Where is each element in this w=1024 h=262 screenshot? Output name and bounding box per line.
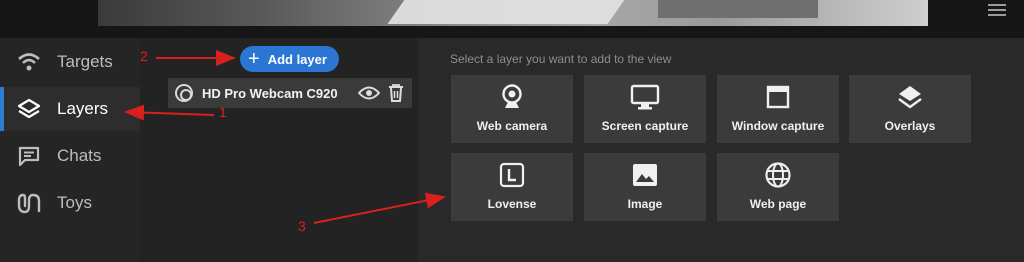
tile-web-page[interactable]: Web page (717, 153, 839, 221)
sidebar-item-label: Layers (57, 99, 109, 118)
monitor-icon (584, 83, 706, 111)
tile-label: Screen capture (601, 119, 689, 133)
lovense-icon (451, 161, 573, 189)
tile-label: Image (627, 197, 663, 211)
sidebar: Targets Layers Chats Toys (0, 38, 140, 262)
sidebar-item-chats[interactable]: Chats (0, 134, 140, 178)
layer-select-radio-icon[interactable] (175, 84, 193, 102)
toy-icon (16, 190, 42, 216)
sidebar-item-label: Targets (57, 52, 113, 71)
tile-label: Window capture (731, 119, 825, 133)
tile-web-camera[interactable]: Web camera (451, 75, 573, 143)
webcam-icon (451, 83, 573, 111)
tile-label: Web page (749, 197, 807, 211)
tile-image[interactable]: Image (584, 153, 706, 221)
sidebar-item-label: Toys (57, 193, 92, 212)
trash-icon[interactable] (388, 83, 404, 108)
tile-window-capture[interactable]: Window capture (717, 75, 839, 143)
layers-icon (16, 96, 42, 122)
annotation-label-1: 1 (219, 104, 227, 120)
window-icon (717, 83, 839, 111)
hamburger-menu-icon[interactable] (988, 4, 1006, 18)
preview-strip (0, 0, 1024, 38)
sidebar-item-toys[interactable]: Toys (0, 181, 140, 225)
panel-hint: Select a layer you want to add to the vi… (450, 52, 672, 66)
tile-label: Web camera (476, 119, 548, 133)
sidebar-item-layers[interactable]: Layers (0, 87, 140, 131)
overlays-icon (849, 83, 971, 111)
tile-label: Overlays (884, 119, 936, 133)
sidebar-item-label: Chats (57, 146, 102, 165)
layer-item[interactable]: HD Pro Webcam C920 (168, 78, 412, 108)
add-layer-panel (418, 38, 1024, 262)
wifi-icon (16, 49, 42, 75)
tile-lovense[interactable]: Lovense (451, 153, 573, 221)
add-layer-button[interactable]: + Add layer (240, 46, 339, 72)
tile-overlays[interactable]: Overlays (849, 75, 971, 143)
eye-icon[interactable] (357, 85, 381, 106)
chat-icon (16, 143, 42, 169)
tile-label: Lovense (487, 197, 537, 211)
tile-screen-capture[interactable]: Screen capture (584, 75, 706, 143)
annotation-label-3: 3 (298, 218, 306, 234)
globe-icon (717, 161, 839, 189)
plus-icon: + (248, 48, 260, 70)
sidebar-item-targets[interactable]: Targets (0, 40, 140, 84)
image-icon (584, 161, 706, 189)
layer-name: HD Pro Webcam C920 (202, 85, 338, 101)
video-preview (98, 0, 928, 26)
annotation-label-2: 2 (140, 48, 148, 64)
add-layer-label: Add layer (267, 51, 327, 67)
